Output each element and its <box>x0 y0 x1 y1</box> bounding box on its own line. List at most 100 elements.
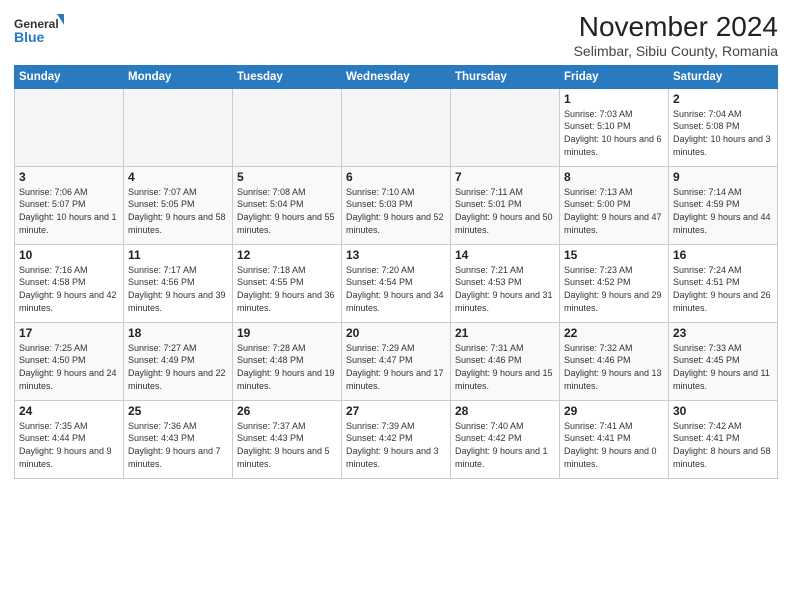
day-info: Sunrise: 7:33 AM Sunset: 4:45 PM Dayligh… <box>673 342 773 392</box>
calendar-cell: 13 Sunrise: 7:20 AM Sunset: 4:54 PM Dayli… <box>342 244 451 322</box>
calendar-cell: 10 Sunrise: 7:16 AM Sunset: 4:58 PM Dayli… <box>15 244 124 322</box>
calendar-cell: 6 Sunrise: 7:10 AM Sunset: 5:03 PM Daylig… <box>342 166 451 244</box>
calendar-cell: 8 Sunrise: 7:13 AM Sunset: 5:00 PM Daylig… <box>560 166 669 244</box>
day-info: Sunrise: 7:40 AM Sunset: 4:42 PM Dayligh… <box>455 420 555 470</box>
day-number: 10 <box>19 248 119 262</box>
calendar-cell <box>451 88 560 166</box>
calendar-cell <box>342 88 451 166</box>
col-wednesday: Wednesday <box>342 65 451 88</box>
day-number: 11 <box>128 248 228 262</box>
day-info: Sunrise: 7:11 AM Sunset: 5:01 PM Dayligh… <box>455 186 555 236</box>
calendar-cell: 3 Sunrise: 7:06 AM Sunset: 5:07 PM Daylig… <box>15 166 124 244</box>
calendar-cell: 27Sunrise: 7:39 AM Sunset: 4:42 PM Dayli… <box>342 400 451 478</box>
day-number: 23 <box>673 326 773 340</box>
title-block: November 2024 Selimbar, Sibiu County, Ro… <box>574 12 778 59</box>
day-info: Sunrise: 7:20 AM Sunset: 4:54 PM Dayligh… <box>346 264 446 314</box>
day-number: 15 <box>564 248 664 262</box>
day-info: Sunrise: 7:13 AM Sunset: 5:00 PM Dayligh… <box>564 186 664 236</box>
day-number: 2 <box>673 92 773 106</box>
day-number: 4 <box>128 170 228 184</box>
day-number: 3 <box>19 170 119 184</box>
col-thursday: Thursday <box>451 65 560 88</box>
calendar-cell: 14 Sunrise: 7:21 AM Sunset: 4:53 PM Dayli… <box>451 244 560 322</box>
day-number: 16 <box>673 248 773 262</box>
day-info: Sunrise: 7:24 AM Sunset: 4:51 PM Dayligh… <box>673 264 773 314</box>
calendar-cell <box>124 88 233 166</box>
day-info: Sunrise: 7:16 AM Sunset: 4:58 PM Dayligh… <box>19 264 119 314</box>
day-info: Sunrise: 7:14 AM Sunset: 4:59 PM Dayligh… <box>673 186 773 236</box>
day-info: Sunrise: 7:31 AM Sunset: 4:46 PM Dayligh… <box>455 342 555 392</box>
day-number: 29 <box>564 404 664 418</box>
day-info: Sunrise: 7:32 AM Sunset: 4:46 PM Dayligh… <box>564 342 664 392</box>
day-info: Sunrise: 7:03 AM Sunset: 5:10 PM Dayligh… <box>564 108 664 158</box>
calendar-cell <box>15 88 124 166</box>
calendar-cell: 12 Sunrise: 7:18 AM Sunset: 4:55 PM Dayli… <box>233 244 342 322</box>
day-info: Sunrise: 7:28 AM Sunset: 4:48 PM Dayligh… <box>237 342 337 392</box>
day-number: 8 <box>564 170 664 184</box>
day-number: 13 <box>346 248 446 262</box>
calendar-cell: 15 Sunrise: 7:23 AM Sunset: 4:52 PM Dayli… <box>560 244 669 322</box>
day-info: Sunrise: 7:37 AM Sunset: 4:43 PM Dayligh… <box>237 420 337 470</box>
calendar-table: Sunday Monday Tuesday Wednesday Thursday… <box>14 65 778 479</box>
day-number: 7 <box>455 170 555 184</box>
day-number: 14 <box>455 248 555 262</box>
day-number: 28 <box>455 404 555 418</box>
calendar-cell: 1Sunrise: 7:03 AM Sunset: 5:10 PM Daylig… <box>560 88 669 166</box>
day-number: 22 <box>564 326 664 340</box>
col-friday: Friday <box>560 65 669 88</box>
calendar-cell <box>233 88 342 166</box>
header: General Blue November 2024 Selimbar, Sib… <box>14 12 778 59</box>
day-info: Sunrise: 7:06 AM Sunset: 5:07 PM Dayligh… <box>19 186 119 236</box>
calendar-week-row: 17 Sunrise: 7:25 AM Sunset: 4:50 PM Dayli… <box>15 322 778 400</box>
day-info: Sunrise: 7:42 AM Sunset: 4:41 PM Dayligh… <box>673 420 773 470</box>
svg-text:Blue: Blue <box>14 29 45 45</box>
calendar-cell: 28 Sunrise: 7:40 AM Sunset: 4:42 PM Dayli… <box>451 400 560 478</box>
day-number: 17 <box>19 326 119 340</box>
day-info: Sunrise: 7:07 AM Sunset: 5:05 PM Dayligh… <box>128 186 228 236</box>
day-number: 24 <box>19 404 119 418</box>
day-number: 26 <box>237 404 337 418</box>
day-number: 25 <box>128 404 228 418</box>
col-monday: Monday <box>124 65 233 88</box>
calendar-cell: 24Sunrise: 7:35 AM Sunset: 4:44 PM Dayli… <box>15 400 124 478</box>
calendar-cell: 16 Sunrise: 7:24 AM Sunset: 4:51 PM Dayli… <box>669 244 778 322</box>
day-number: 6 <box>346 170 446 184</box>
calendar-cell: 20 Sunrise: 7:29 AM Sunset: 4:47 PM Dayli… <box>342 322 451 400</box>
day-info: Sunrise: 7:18 AM Sunset: 4:55 PM Dayligh… <box>237 264 337 314</box>
day-number: 30 <box>673 404 773 418</box>
day-info: Sunrise: 7:23 AM Sunset: 4:52 PM Dayligh… <box>564 264 664 314</box>
calendar-cell: 26 Sunrise: 7:37 AM Sunset: 4:43 PM Dayli… <box>233 400 342 478</box>
calendar-cell: 30 Sunrise: 7:42 AM Sunset: 4:41 PM Dayli… <box>669 400 778 478</box>
day-info: Sunrise: 7:10 AM Sunset: 5:03 PM Dayligh… <box>346 186 446 236</box>
day-number: 18 <box>128 326 228 340</box>
calendar-cell: 11Sunrise: 7:17 AM Sunset: 4:56 PM Dayli… <box>124 244 233 322</box>
calendar-cell: 19 Sunrise: 7:28 AM Sunset: 4:48 PM Dayli… <box>233 322 342 400</box>
calendar-cell: 4 Sunrise: 7:07 AM Sunset: 5:05 PM Daylig… <box>124 166 233 244</box>
main-title: November 2024 <box>574 12 778 43</box>
calendar-cell: 7 Sunrise: 7:11 AM Sunset: 5:01 PM Daylig… <box>451 166 560 244</box>
day-number: 19 <box>237 326 337 340</box>
sub-title: Selimbar, Sibiu County, Romania <box>574 43 778 59</box>
col-tuesday: Tuesday <box>233 65 342 88</box>
day-number: 20 <box>346 326 446 340</box>
day-info: Sunrise: 7:25 AM Sunset: 4:50 PM Dayligh… <box>19 342 119 392</box>
day-info: Sunrise: 7:41 AM Sunset: 4:41 PM Dayligh… <box>564 420 664 470</box>
calendar-cell: 29 Sunrise: 7:41 AM Sunset: 4:41 PM Dayli… <box>560 400 669 478</box>
calendar-cell: 23 Sunrise: 7:33 AM Sunset: 4:45 PM Dayli… <box>669 322 778 400</box>
day-number: 21 <box>455 326 555 340</box>
calendar-week-row: 1Sunrise: 7:03 AM Sunset: 5:10 PM Daylig… <box>15 88 778 166</box>
logo-svg: General Blue <box>14 12 64 48</box>
logo: General Blue <box>14 12 64 48</box>
day-number: 12 <box>237 248 337 262</box>
day-number: 9 <box>673 170 773 184</box>
day-info: Sunrise: 7:29 AM Sunset: 4:47 PM Dayligh… <box>346 342 446 392</box>
day-info: Sunrise: 7:39 AM Sunset: 4:42 PM Dayligh… <box>346 420 446 470</box>
day-info: Sunrise: 7:21 AM Sunset: 4:53 PM Dayligh… <box>455 264 555 314</box>
calendar-cell: 22 Sunrise: 7:32 AM Sunset: 4:46 PM Dayli… <box>560 322 669 400</box>
day-info: Sunrise: 7:04 AM Sunset: 5:08 PM Dayligh… <box>673 108 773 158</box>
calendar-cell: 18Sunrise: 7:27 AM Sunset: 4:49 PM Dayli… <box>124 322 233 400</box>
day-number: 5 <box>237 170 337 184</box>
calendar-week-row: 24Sunrise: 7:35 AM Sunset: 4:44 PM Dayli… <box>15 400 778 478</box>
calendar-cell: 21 Sunrise: 7:31 AM Sunset: 4:46 PM Dayli… <box>451 322 560 400</box>
calendar-cell: 2 Sunrise: 7:04 AM Sunset: 5:08 PM Daylig… <box>669 88 778 166</box>
